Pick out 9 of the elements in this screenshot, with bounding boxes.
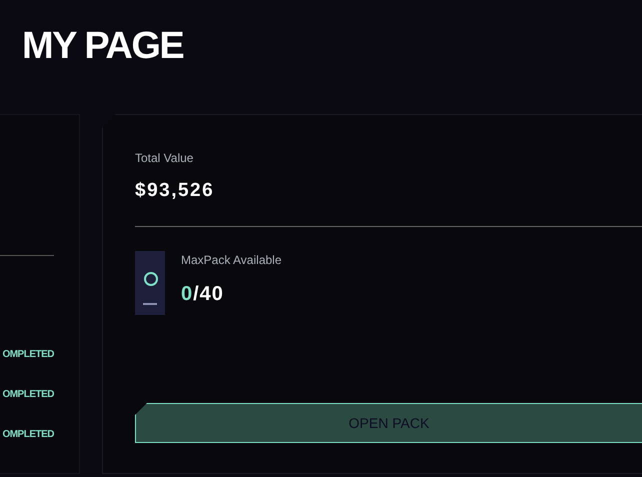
pack-image [135, 250, 165, 314]
pack-count: 0/40 [181, 282, 225, 306]
status-label: OMPLETED [2, 348, 54, 362]
status-label: OMPLETED [2, 428, 54, 442]
total-value: $93,526 [135, 179, 216, 203]
page-title: MY PAGE [22, 24, 184, 69]
pack-label: MaxPack Available [181, 252, 282, 268]
total-label: Total Value [135, 150, 194, 167]
status-label: OMPLETED [2, 388, 54, 402]
